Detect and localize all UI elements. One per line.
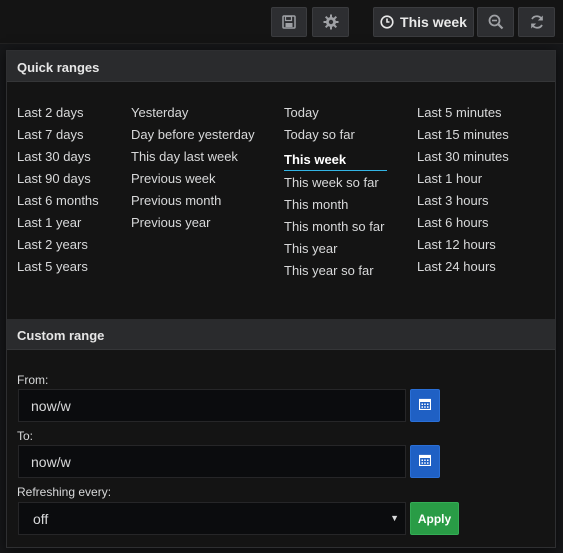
time-range-dropdown: Quick ranges Last 2 days Last 7 days Las… <box>6 50 556 548</box>
time-range-picker-button[interactable]: This week <box>373 7 474 37</box>
quick-range-item[interactable]: Last 12 hours <box>417 237 509 259</box>
quick-range-item[interactable]: Last 6 hours <box>417 215 509 237</box>
navbar-divider <box>0 43 563 44</box>
quick-range-item[interactable]: This day last week <box>131 149 255 171</box>
quick-range-item[interactable]: This year <box>284 241 387 263</box>
quick-range-item[interactable]: Last 2 years <box>17 237 99 259</box>
quick-ranges-column-relative: Last 2 days Last 7 days Last 30 days Las… <box>17 105 99 281</box>
refresh-interval-select[interactable]: off ▼ <box>18 502 406 535</box>
zoom-out-icon <box>488 14 504 30</box>
calendar-icon <box>418 398 432 413</box>
clock-icon <box>380 15 394 29</box>
top-navbar: This week <box>0 0 563 44</box>
quick-range-item[interactable]: Last 3 hours <box>417 193 509 215</box>
dashboard-settings-button[interactable] <box>312 7 349 37</box>
quick-ranges-column-previous: Yesterday Day before yesterday This day … <box>131 105 255 237</box>
chevron-down-icon: ▼ <box>390 513 399 523</box>
quick-range-item[interactable]: Today so far <box>284 127 387 149</box>
quick-range-item[interactable]: Last 15 minutes <box>417 127 509 149</box>
calendar-icon <box>418 454 432 469</box>
time-range-label: This week <box>400 14 467 30</box>
quick-range-item[interactable]: Last 7 days <box>17 127 99 149</box>
quick-range-item[interactable]: This week so far <box>284 175 387 197</box>
to-label: To: <box>17 429 34 443</box>
zoom-out-button[interactable] <box>477 7 514 37</box>
quick-range-item-active[interactable]: This week <box>284 149 387 171</box>
gear-icon <box>323 14 339 30</box>
refresh-icon <box>529 14 545 30</box>
quick-range-item[interactable]: Last 5 years <box>17 259 99 281</box>
quick-ranges-column-current: Today Today so far This week This week s… <box>284 105 387 285</box>
to-calendar-button[interactable] <box>410 445 440 478</box>
refresh-interval-value: off <box>33 511 49 527</box>
custom-range-header: Custom range <box>7 319 555 350</box>
quick-range-item[interactable]: Last 30 minutes <box>417 149 509 171</box>
quick-range-item[interactable]: Last 2 days <box>17 105 99 127</box>
quick-range-item[interactable]: Last 1 year <box>17 215 99 237</box>
quick-range-item[interactable]: Last 24 hours <box>417 259 509 281</box>
from-calendar-button[interactable] <box>410 389 440 422</box>
apply-button[interactable]: Apply <box>410 502 459 535</box>
quick-ranges-column-recent: Last 5 minutes Last 15 minutes Last 30 m… <box>417 105 509 281</box>
quick-range-item[interactable]: Last 90 days <box>17 171 99 193</box>
quick-range-item[interactable]: Last 30 days <box>17 149 99 171</box>
refresh-button[interactable] <box>518 7 555 37</box>
quick-range-item[interactable]: Previous month <box>131 193 255 215</box>
quick-range-item[interactable]: Day before yesterday <box>131 127 255 149</box>
quick-range-item[interactable]: Today <box>284 105 387 127</box>
save-icon <box>282 15 296 29</box>
quick-range-item[interactable]: This month <box>284 197 387 219</box>
quick-range-item[interactable]: This year so far <box>284 263 387 285</box>
quick-range-item[interactable]: Yesterday <box>131 105 255 127</box>
quick-range-item[interactable]: This month so far <box>284 219 387 241</box>
refresh-interval-label: Refreshing every: <box>17 485 112 499</box>
save-dashboard-button[interactable] <box>271 7 307 37</box>
quick-range-item[interactable]: Last 6 months <box>17 193 99 215</box>
to-input[interactable] <box>18 445 406 478</box>
quick-range-item[interactable]: Previous week <box>131 171 255 193</box>
from-label: From: <box>17 373 49 387</box>
quick-range-item[interactable]: Previous year <box>131 215 255 237</box>
quick-range-item[interactable]: Last 5 minutes <box>417 105 509 127</box>
quick-ranges-header: Quick ranges <box>7 51 555 82</box>
quick-range-item[interactable]: Last 1 hour <box>417 171 509 193</box>
from-input[interactable] <box>18 389 406 422</box>
